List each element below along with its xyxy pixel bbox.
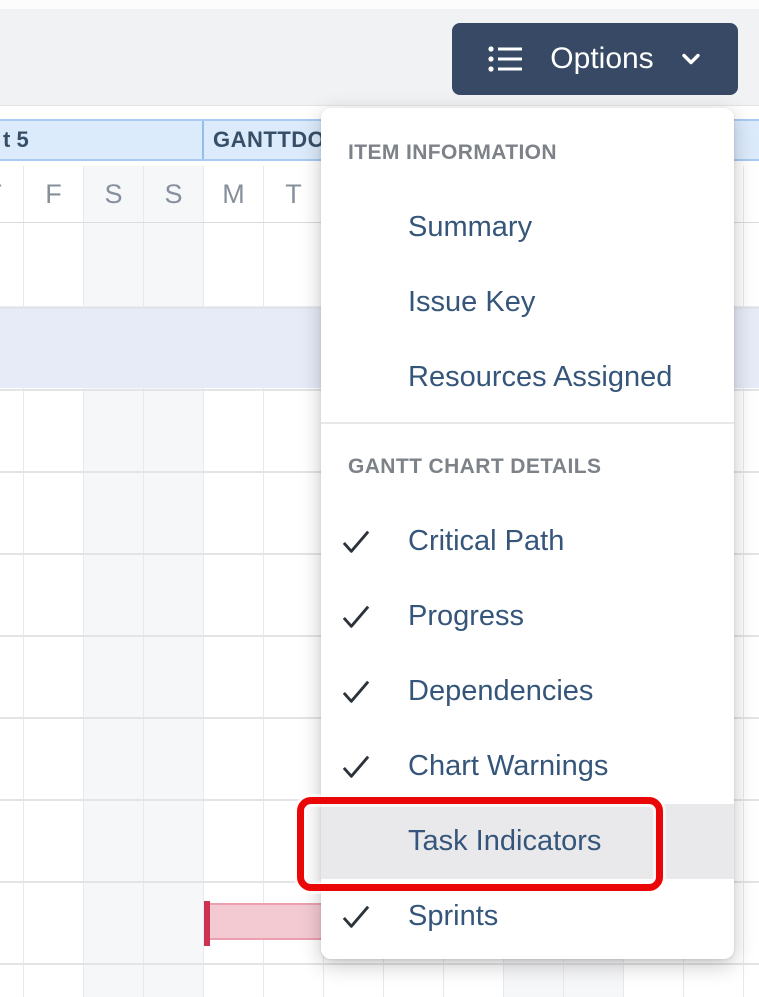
check-placeholder — [339, 825, 373, 859]
day-label: T — [0, 179, 2, 210]
day-label: T — [285, 179, 302, 210]
sprint-label: GANTTDO — [213, 127, 325, 153]
menu-item-label: Chart Warnings — [408, 750, 608, 783]
menu-item-label: Issue Key — [408, 286, 535, 319]
check-placeholder — [339, 361, 373, 395]
menu-item-label: Progress — [408, 600, 524, 633]
day-label: S — [164, 179, 182, 210]
day-label: F — [45, 179, 62, 210]
check-icon — [339, 750, 373, 784]
menu-item-summary[interactable]: Summary — [321, 190, 734, 265]
check-icon — [339, 600, 373, 634]
menu-divider — [321, 422, 734, 424]
menu-item-label: Task Indicators — [408, 825, 601, 858]
menu-section-title: ITEM INFORMATION — [348, 141, 734, 165]
menu-item-label: Summary — [408, 211, 532, 244]
menu-item-critical-path[interactable]: Critical Path — [321, 504, 734, 579]
day-label: S — [104, 179, 122, 210]
menu-section-title: GANTT CHART DETAILS — [348, 455, 734, 479]
menu-item-label: Critical Path — [408, 525, 564, 558]
check-placeholder — [339, 211, 373, 245]
options-button[interactable]: Options — [452, 23, 738, 95]
menu-item-issue-key[interactable]: Issue Key — [321, 265, 734, 340]
task-start-cap-icon — [204, 901, 210, 946]
sprint-cell-left: t 5 — [0, 121, 204, 159]
check-placeholder — [339, 286, 373, 320]
menu-item-progress[interactable]: Progress — [321, 579, 734, 654]
options-button-label: Options — [550, 42, 653, 76]
check-icon — [339, 525, 373, 559]
day-label: M — [222, 179, 245, 210]
task-bar[interactable] — [204, 903, 330, 940]
list-icon — [487, 44, 525, 74]
day-header-cell: F — [24, 166, 84, 222]
menu-item-label: Dependencies — [408, 675, 593, 708]
menu-item-resources-assigned[interactable]: Resources Assigned — [321, 340, 734, 415]
sprint-label: t 5 — [3, 127, 29, 153]
menu-item-label: Sprints — [408, 900, 498, 933]
options-menu: ITEM INFORMATION Summary Issue Key Resource… — [321, 108, 734, 959]
menu-item-label: Resources Assigned — [408, 361, 672, 394]
day-header-cell: S — [144, 166, 204, 222]
day-header-cell: T — [0, 166, 24, 222]
page-top-strip — [0, 0, 759, 9]
day-header-cell: T — [264, 166, 324, 222]
gantt-screen: t 5 GANTTDO T F S S M T Options ITEM INFORMAT… — [0, 0, 759, 997]
day-header-cell — [744, 166, 759, 222]
menu-item-task-indicators[interactable]: Task Indicators — [321, 804, 734, 879]
menu-item-dependencies[interactable]: Dependencies — [321, 654, 734, 729]
menu-item-sprints[interactable]: Sprints — [321, 879, 734, 954]
day-header-cell: S — [84, 166, 144, 222]
check-icon — [339, 675, 373, 709]
check-icon — [339, 900, 373, 934]
chevron-down-icon — [679, 47, 703, 71]
day-header-cell: M — [204, 166, 264, 222]
menu-item-chart-warnings[interactable]: Chart Warnings — [321, 729, 734, 804]
